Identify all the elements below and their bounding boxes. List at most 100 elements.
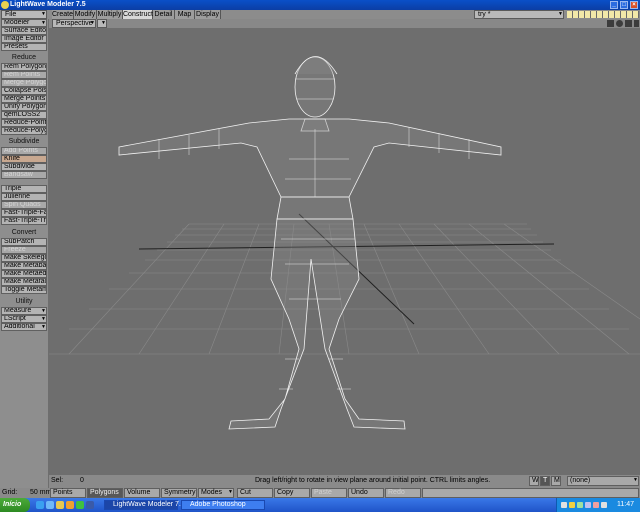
zoom-view-icon[interactable] (625, 20, 632, 27)
viewport-canvas[interactable] (49, 19, 640, 475)
measure-dropdown[interactable]: Measure ▼ (1, 307, 47, 315)
tab-map[interactable]: Map (175, 10, 195, 19)
knife-button[interactable]: Knife (1, 155, 47, 163)
bottom-toolbar: Grid: 50 mm Points Polygons Volume Symme… (0, 488, 640, 498)
copy-button[interactable]: Copy (274, 488, 310, 498)
weight-map-button[interactable]: W (529, 476, 539, 486)
subdivide-button[interactable]: Subdivide (1, 163, 47, 171)
julienne-button[interactable]: Julienne (1, 193, 47, 201)
chevron-down-icon: ▼ (558, 11, 563, 17)
clock[interactable]: 11:47 (617, 501, 634, 508)
texture-map-button[interactable]: T (540, 476, 550, 486)
tray-icon-1[interactable] (561, 502, 567, 508)
window-title: LightWave Modeler 7.5 (10, 1, 86, 8)
rotate-view-icon[interactable] (616, 20, 623, 27)
make-metafaces-button[interactable]: Make Metafaces (1, 278, 47, 286)
make-metaedges-button[interactable]: Make Metaedges (1, 270, 47, 278)
perspective-viewport[interactable] (49, 19, 640, 475)
taskbar-item-lightwave[interactable]: LightWave Modeler 7.5 (104, 500, 185, 510)
surface-editor-button[interactable]: Surface Editor (1, 27, 47, 35)
vmap-dropdown[interactable]: (none) ▼ (567, 476, 639, 486)
minimize-icon[interactable]: _ (610, 1, 618, 9)
chevron-down-icon: ▼ (41, 324, 46, 330)
vmap-label: (none) (570, 477, 591, 484)
fast-triple-trave-button[interactable]: Fast-Triple-Trave (1, 217, 47, 225)
tray-icon-4[interactable] (585, 502, 591, 508)
undo-button[interactable]: Undo (348, 488, 384, 498)
tray-icon-6[interactable] (601, 502, 607, 508)
tab-modify[interactable]: Modify (74, 10, 97, 19)
tray-icon-5[interactable] (593, 502, 599, 508)
sel-label: Sel: (51, 477, 64, 484)
file-menu-label: File (5, 11, 17, 18)
maximize-icon[interactable]: □ (620, 1, 628, 9)
morph-map-button[interactable]: M (551, 476, 561, 486)
make-skelegons-button[interactable]: Make Skelegons (1, 254, 47, 262)
qemloss2-button[interactable]: qemLOSS2 (1, 111, 47, 119)
messenger-icon[interactable] (76, 501, 84, 509)
media-icon[interactable] (66, 501, 74, 509)
subpatch-button[interactable]: SubPatch (1, 238, 47, 246)
tab-display[interactable]: Display (195, 10, 221, 19)
triple-button[interactable]: Triple (1, 185, 47, 193)
tray-icon-3[interactable] (577, 502, 583, 508)
sel-value: 0 (80, 477, 84, 484)
tab-create[interactable]: Create (52, 10, 74, 19)
bandsaw-button[interactable]: Bandsaw (1, 171, 47, 179)
ie-icon[interactable] (36, 501, 44, 509)
view-type-dropdown[interactable]: Perspective ▼ (52, 19, 96, 28)
make-metaballs-button[interactable]: Make Metaballs (1, 262, 47, 270)
view-type-label: Perspective (56, 20, 93, 27)
spin-quads-button[interactable]: Spin Quads (1, 201, 47, 209)
rem-points-button[interactable]: Rem Points (1, 71, 47, 79)
status-bar: Sel: 0 Drag left/right to rotate in view… (49, 475, 640, 488)
chevron-down-icon: ▼ (41, 316, 46, 322)
lscript-dropdown[interactable]: LScript ▼ (1, 315, 47, 323)
file-menu[interactable]: File ▼ (1, 10, 47, 19)
additional-dropdown[interactable]: Additional ▼ (1, 323, 47, 331)
reduce-polygons-button[interactable]: Reduce-Polygons (1, 127, 47, 135)
move-view-icon[interactable] (607, 20, 614, 27)
unify-polygons-button[interactable]: Unify Polygons (1, 103, 47, 111)
polygons-mode-button[interactable]: Polygons (87, 488, 123, 498)
tab-multiply[interactable]: Multiply (97, 10, 123, 19)
system-tray: 11:47 (556, 498, 640, 512)
maximize-view-icon[interactable] (634, 20, 639, 27)
taskbar-item-photoshop[interactable]: Adobe Photoshop (181, 500, 265, 510)
menu-bar: File ▼ Create Modify Multiply Construct D… (0, 10, 640, 19)
modeler-dropdown[interactable]: Modeler ▼ (1, 19, 47, 27)
start-button[interactable]: Início (0, 498, 30, 512)
presets-button[interactable]: Presets (1, 43, 47, 51)
tray-icon-2[interactable] (569, 502, 575, 508)
rem-polygons-button[interactable]: Rem Polygons (1, 63, 47, 71)
symmetry-button[interactable]: Symmetry (161, 488, 197, 498)
image-editor-button[interactable]: Image Editor (1, 35, 47, 43)
layer-dropdown[interactable]: try * ▼ (474, 10, 564, 19)
close-icon[interactable]: × (630, 1, 638, 9)
chevron-down-icon: ▼ (41, 11, 46, 17)
photoshop-quick-icon[interactable] (86, 501, 94, 509)
points-mode-button[interactable]: Points (50, 488, 86, 498)
volume-mode-button[interactable]: Volume (124, 488, 160, 498)
freeze-button[interactable]: Freeze (1, 246, 47, 254)
collapse-pols-button[interactable]: Collapse Pols (1, 87, 47, 95)
toggle-metamesh-button[interactable]: Toggle Metamesh (1, 286, 47, 294)
redo-button[interactable]: Redo (385, 488, 421, 498)
character-wireframe (118, 56, 502, 430)
paste-button[interactable]: Paste (311, 488, 347, 498)
cut-button[interactable]: Cut (237, 488, 273, 498)
desktop-icon[interactable] (46, 501, 54, 509)
explorer-icon[interactable] (56, 501, 64, 509)
layer-buttons[interactable] (567, 11, 639, 18)
section-header-reduce: Reduce (11, 54, 37, 61)
merge-polygons-button[interactable]: Merge Polygons (1, 79, 47, 87)
add-points-button[interactable]: Add Points (1, 147, 47, 155)
tab-construct[interactable]: Construct (123, 10, 153, 19)
merge-points-button[interactable]: Merge Points (1, 95, 47, 103)
reduce-points-button[interactable]: Reduce-Points (1, 119, 47, 127)
modes-dropdown[interactable]: Modes ▼ (198, 488, 234, 498)
render-mode-dropdown[interactable]: ▼ (97, 19, 107, 28)
tab-detail[interactable]: Detail (153, 10, 175, 19)
viewport-header: Perspective ▼ ▼ (49, 19, 640, 28)
fast-triple-fan-button[interactable]: Fast-Triple-Fan (1, 209, 47, 217)
